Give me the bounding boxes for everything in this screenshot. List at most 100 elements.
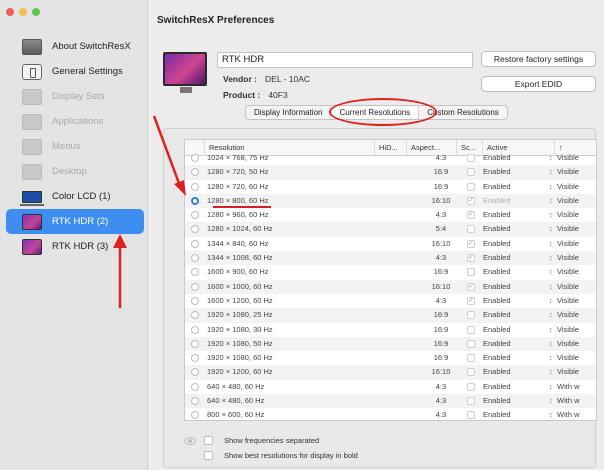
visibility-cell[interactable]: Visible — [557, 180, 596, 194]
table-row[interactable]: 1280 × 960, 60 Hz 4:3 ✓ Enabled ↕ Visible — [185, 208, 596, 222]
active-cell[interactable]: Enabled — [483, 294, 543, 308]
stepper-icon[interactable]: ↕ — [549, 280, 557, 294]
sidebar-item-about-switchresx[interactable]: About SwitchResX — [6, 34, 144, 59]
stepper-icon[interactable]: ↕ — [549, 151, 557, 165]
visibility-cell[interactable]: Visible — [557, 165, 596, 179]
select-radio[interactable] — [191, 325, 199, 334]
scaled-checkbox[interactable]: ✓ — [467, 254, 475, 263]
active-cell[interactable]: Enabled — [483, 180, 543, 194]
stepper-icon[interactable]: ↕ — [549, 351, 557, 365]
stepper-icon[interactable]: ↕ — [549, 180, 557, 194]
stepper-icon[interactable]: ↕ — [549, 365, 557, 379]
show-best-resolutions-checkbox[interactable]: Show best resolutions for display in bol… — [204, 449, 358, 464]
checkbox-box[interactable] — [204, 451, 213, 460]
select-radio[interactable] — [191, 211, 199, 220]
scaled-checkbox[interactable] — [467, 182, 475, 191]
active-cell[interactable]: Enabled — [483, 237, 543, 251]
select-radio[interactable] — [191, 354, 199, 363]
visibility-cell[interactable]: Visible — [557, 194, 596, 208]
visibility-cell[interactable]: Visible — [557, 337, 596, 351]
visibility-cell[interactable]: Visible — [557, 237, 596, 251]
stepper-icon[interactable]: ↕ — [549, 194, 557, 208]
visibility-cell[interactable]: Visible — [557, 351, 596, 365]
scaled-checkbox[interactable] — [467, 411, 475, 420]
visibility-cell[interactable]: Visible — [557, 208, 596, 222]
scaled-checkbox[interactable] — [467, 225, 475, 234]
scaled-checkbox[interactable] — [467, 168, 475, 177]
stepper-icon[interactable]: ↕ — [549, 251, 557, 265]
sidebar-item-display-sets[interactable]: Display Sets — [6, 84, 144, 109]
active-cell[interactable]: Enabled — [483, 308, 543, 322]
visibility-cell[interactable]: Visible — [557, 265, 596, 279]
stepper-icon[interactable]: ↕ — [549, 265, 557, 279]
active-cell[interactable]: Enabled — [483, 337, 543, 351]
active-cell[interactable]: Enabled — [483, 323, 543, 337]
select-radio[interactable] — [191, 168, 199, 177]
visibility-cell[interactable]: With w — [557, 408, 596, 420]
table-row[interactable]: 1280 × 1024, 60 Hz 5:4 Enabled ↕ Visible — [185, 222, 596, 237]
sidebar-item-rtk-hdr-3[interactable]: RTK HDR (3) — [6, 234, 144, 259]
visibility-cell[interactable]: With w — [557, 380, 596, 394]
table-row[interactable]: 1920 × 1080, 30 Hz 16:9 Enabled ↕ Visible — [185, 323, 596, 337]
select-radio[interactable] — [191, 339, 199, 348]
scaled-checkbox[interactable] — [467, 354, 475, 363]
stepper-icon[interactable]: ↕ — [549, 308, 557, 322]
select-radio[interactable] — [191, 225, 199, 234]
visibility-cell[interactable]: Visible — [557, 308, 596, 322]
stepper-icon[interactable]: ↕ — [549, 394, 557, 408]
select-radio[interactable] — [191, 382, 199, 391]
scaled-checkbox[interactable] — [467, 382, 475, 391]
scaled-checkbox[interactable] — [467, 397, 475, 406]
table-row[interactable]: 640 × 480, 60 Hz 4:3 Enabled ↕ With w — [185, 380, 596, 394]
restore-factory-settings-button[interactable]: Restore factory settings — [481, 51, 596, 67]
scaled-checkbox[interactable] — [467, 154, 475, 162]
scaled-checkbox[interactable]: ✓ — [467, 211, 475, 220]
scaled-checkbox[interactable] — [467, 268, 475, 277]
table-row[interactable]: 1600 × 900, 60 Hz 16:9 Enabled ↕ Visible — [185, 265, 596, 279]
select-radio[interactable] — [191, 296, 199, 305]
scaled-checkbox[interactable] — [467, 368, 475, 377]
stepper-icon[interactable]: ↕ — [549, 380, 557, 394]
table-row[interactable]: 1600 × 1000, 60 Hz 16:10 ✓ Enabled ↕ Visible — [185, 279, 596, 294]
table-row[interactable]: 1600 × 1200, 60 Hz 4:3 ✓ Enabled ↕ Visible — [185, 294, 596, 308]
table-row[interactable]: 1920 × 1080, 25 Hz 16:9 Enabled ↕ Visible — [185, 308, 596, 323]
select-radio[interactable] — [191, 368, 199, 377]
minimize-button[interactable] — [19, 8, 27, 16]
active-cell[interactable]: Enabled — [483, 222, 543, 236]
table-row[interactable]: 1024 × 768, 75 Hz 4:3 Enabled ↕ Visible — [185, 151, 596, 165]
active-cell[interactable]: Enabled — [483, 365, 543, 379]
sidebar-item-applications[interactable]: Applications — [6, 109, 144, 134]
select-radio[interactable] — [191, 397, 199, 406]
active-cell[interactable]: Enabled — [483, 165, 543, 179]
visibility-cell[interactable]: Visible — [557, 280, 596, 294]
visibility-cell[interactable]: With w — [557, 394, 596, 408]
scaled-checkbox[interactable]: ✓ — [467, 296, 475, 305]
table-row[interactable]: 640 × 480, 60 Hz 4:3 Enabled ↕ With w — [185, 394, 596, 409]
visibility-cell[interactable]: Visible — [557, 222, 596, 236]
active-cell[interactable]: Enabled — [483, 408, 543, 420]
visibility-cell[interactable]: Visible — [557, 365, 596, 379]
select-radio[interactable] — [191, 268, 199, 277]
tab-display-information[interactable]: Display Information — [246, 106, 332, 119]
sidebar-item-menus[interactable]: Menus — [6, 134, 144, 159]
active-cell[interactable]: Enabled — [483, 194, 543, 208]
select-radio[interactable] — [191, 196, 199, 205]
sidebar-item-desktop[interactable]: Desktop — [6, 159, 144, 184]
table-row[interactable]: 1920 × 1080, 60 Hz 16:9 Enabled ↕ Visible — [185, 351, 596, 365]
resolutions-table[interactable]: Resolution HiD... Aspect... Sc... Active… — [184, 139, 597, 421]
active-cell[interactable]: Enabled — [483, 351, 543, 365]
visibility-cell[interactable]: Visible — [557, 251, 596, 265]
table-row[interactable]: 1344 × 840, 60 Hz 16:10 ✓ Enabled ↕ Visible — [185, 237, 596, 251]
select-radio[interactable] — [191, 182, 199, 191]
checkbox-box[interactable] — [204, 436, 213, 445]
stepper-icon[interactable]: ↕ — [549, 337, 557, 351]
table-row[interactable]: 1280 × 720, 50 Hz 16:9 Enabled ↕ Visible — [185, 165, 596, 180]
visibility-cell[interactable]: Visible — [557, 323, 596, 337]
active-cell[interactable]: Enabled — [483, 394, 543, 408]
scaled-checkbox[interactable] — [467, 339, 475, 348]
stepper-icon[interactable]: ↕ — [549, 408, 557, 420]
table-row[interactable]: 1344 × 1008, 60 Hz 4:3 ✓ Enabled ↕ Visible — [185, 251, 596, 266]
active-cell[interactable]: Enabled — [483, 151, 543, 165]
active-cell[interactable]: Enabled — [483, 280, 543, 294]
active-cell[interactable]: Enabled — [483, 265, 543, 279]
